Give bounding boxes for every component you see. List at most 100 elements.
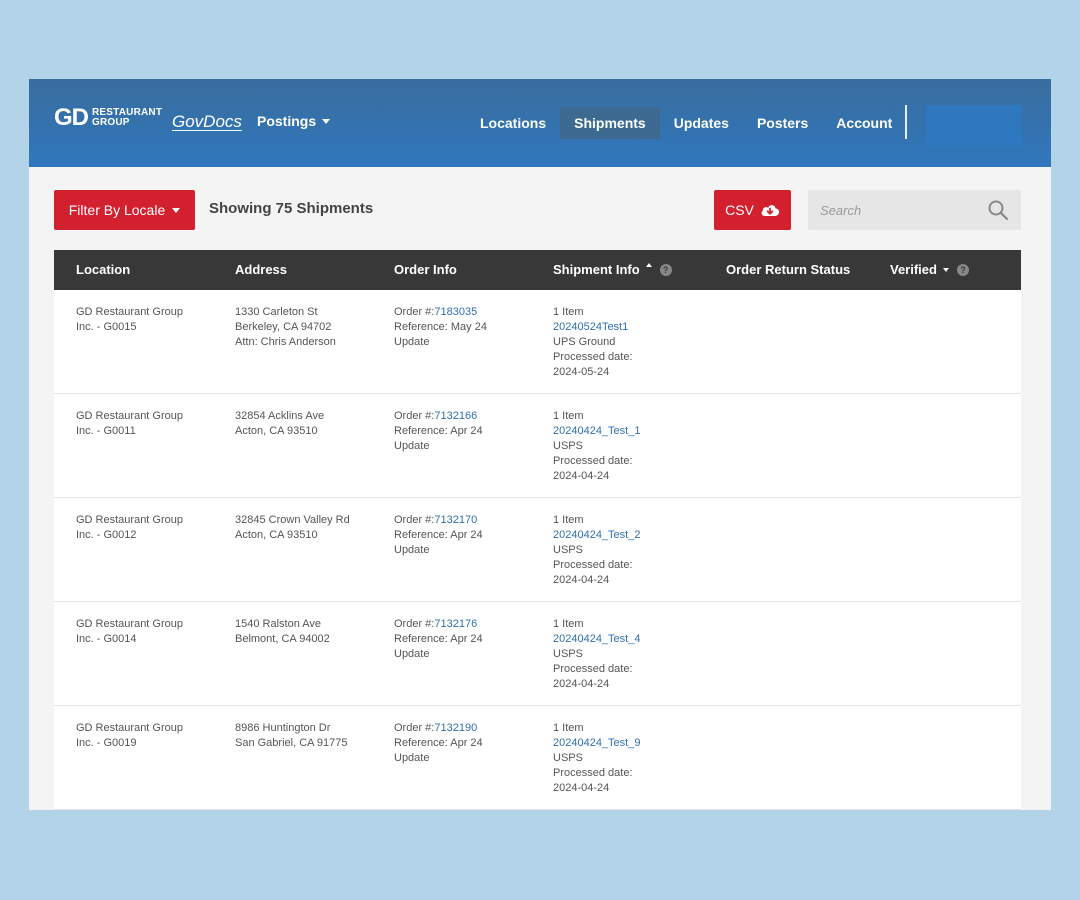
processed-date: 2024-04-24 (553, 782, 610, 794)
address-street: 32854 Acklins Ave (235, 410, 325, 422)
address-street: 8986 Huntington Dr (235, 722, 331, 734)
postings-label: Postings (257, 113, 317, 129)
order-reference-cont: Update (394, 544, 430, 556)
processed-date: 2024-04-24 (553, 574, 610, 586)
help-icon[interactable]: ? (659, 264, 672, 276)
app-window: GD RESTAURANT GROUP GovDocs Postings Loc… (29, 79, 1051, 810)
location-name: GD Restaurant Group (76, 722, 183, 734)
column-header-order-return-status[interactable]: Order Return Status (726, 250, 850, 290)
search-icon[interactable] (987, 199, 1009, 221)
carrier: USPS (553, 440, 583, 452)
location-cell: GD Restaurant Group Inc. - G0015 (76, 305, 216, 335)
filter-by-locale-label: Filter By Locale (68, 202, 166, 218)
shipment-id-link[interactable]: 20240424_Test_9 (553, 736, 703, 751)
column-header-verified[interactable]: Verified ? (890, 250, 969, 290)
order-info-cell: Order #:7132166 Reference: Apr 24 Update (394, 409, 544, 454)
address-cell: 1540 Ralston Ave Belmont, CA 94002 (235, 617, 385, 647)
column-header-location[interactable]: Location (76, 250, 130, 290)
sort-ascending-icon[interactable] (645, 263, 652, 267)
chevron-down-icon (172, 207, 181, 213)
main-nav: Locations Shipments Updates Posters Acco… (466, 107, 906, 139)
order-prefix: Order #: (394, 410, 435, 422)
csv-export-button[interactable]: CSV (714, 190, 791, 230)
order-number-link[interactable]: 7132176 (434, 618, 477, 630)
top-navbar: GD RESTAURANT GROUP GovDocs Postings Loc… (29, 79, 1051, 167)
column-label: Address (235, 262, 288, 277)
location-name: GD Restaurant Group (76, 306, 183, 318)
address-cell: 32845 Crown Valley Rd Acton, CA 93510 (235, 513, 385, 543)
item-count: 1 Item (553, 514, 584, 526)
location-cell: GD Restaurant Group Inc. - G0014 (76, 617, 216, 647)
address-street: 32845 Crown Valley Rd (235, 514, 350, 526)
shipment-id-link[interactable]: 20240424_Test_2 (553, 528, 703, 543)
order-info-cell: Order #:7132176 Reference: Apr 24 Update (394, 617, 544, 662)
address-city: Acton, CA 93510 (235, 425, 318, 437)
order-prefix: Order #: (394, 722, 435, 734)
sort-descending-icon[interactable] (942, 268, 949, 272)
cloud-download-icon (761, 205, 779, 216)
shipment-count: Showing 75 Shipments (209, 200, 374, 217)
location-code: Inc. - G0015 (76, 321, 137, 333)
order-number-line: Order #:7183035 (394, 305, 544, 320)
processed-label: Processed date: (553, 351, 633, 363)
order-reference: Reference: May 24 (394, 321, 487, 333)
shipment-id-link[interactable]: 20240524Test1 (553, 320, 703, 335)
processed-label: Processed date: (553, 663, 633, 675)
address-street: 1540 Ralston Ave (235, 618, 322, 630)
location-code: Inc. - G0019 (76, 737, 137, 749)
order-number-line: Order #:7132176 (394, 617, 544, 632)
help-icon[interactable]: ? (956, 264, 969, 276)
processed-label: Processed date: (553, 767, 633, 779)
shipment-info-cell: 1 Item 20240524Test1 UPS Ground Processe… (553, 305, 703, 380)
chevron-down-icon (322, 118, 331, 124)
search-box (808, 190, 1021, 230)
order-number-link[interactable]: 7132166 (434, 410, 477, 422)
order-reference-cont: Update (394, 440, 430, 452)
order-info-cell: Order #:7132190 Reference: Apr 24 Update (394, 721, 544, 766)
nav-item-account[interactable]: Account (822, 107, 906, 139)
nav-item-shipments[interactable]: Shipments (560, 107, 660, 139)
order-number-line: Order #:7132166 (394, 409, 544, 424)
table-row: GD Restaurant Group Inc. - G0015 1330 Ca… (54, 290, 1021, 394)
location-name: GD Restaurant Group (76, 618, 183, 630)
govdocs-brand-link[interactable]: GovDocs (172, 112, 242, 132)
order-prefix: Order #: (394, 306, 435, 318)
shipment-id-link[interactable]: 20240424_Test_4 (553, 632, 703, 647)
toolbar: Filter By Locale Showing 75 Shipments CS… (29, 167, 1051, 251)
shipments-table: Location Address Order Info Shipment Inf… (54, 250, 1021, 810)
column-header-shipment-info[interactable]: Shipment Info ? (553, 250, 672, 290)
order-number-link[interactable]: 7132170 (434, 514, 477, 526)
column-label: Location (76, 262, 131, 277)
search-input[interactable] (820, 190, 980, 230)
location-name: GD Restaurant Group (76, 410, 183, 422)
order-reference: Reference: Apr 24 (394, 737, 483, 749)
address-city: Berkeley, CA 94702 (235, 321, 332, 333)
order-reference: Reference: Apr 24 (394, 529, 483, 541)
column-header-address[interactable]: Address (235, 250, 287, 290)
address-city: Belmont, CA 94002 (235, 633, 330, 645)
nav-item-posters[interactable]: Posters (743, 107, 822, 139)
item-count: 1 Item (553, 722, 584, 734)
processed-date: 2024-04-24 (553, 470, 610, 482)
gd-restaurant-group-logo[interactable]: GD RESTAURANT GROUP (54, 106, 162, 130)
column-label: Shipment Info (553, 262, 640, 277)
location-code: Inc. - G0011 (76, 425, 136, 437)
order-info-cell: Order #:7132170 Reference: Apr 24 Update (394, 513, 544, 558)
column-header-order-info[interactable]: Order Info (394, 250, 457, 290)
user-menu-button[interactable] (926, 105, 1022, 147)
order-number-link[interactable]: 7183035 (434, 306, 477, 318)
nav-divider (905, 105, 907, 139)
shipment-id-link[interactable]: 20240424_Test_1 (553, 424, 703, 439)
order-number-link[interactable]: 7132190 (434, 722, 477, 734)
location-cell: GD Restaurant Group Inc. - G0019 (76, 721, 216, 751)
nav-item-updates[interactable]: Updates (660, 107, 743, 139)
nav-item-locations[interactable]: Locations (466, 107, 560, 139)
csv-label: CSV (725, 202, 754, 218)
processed-date: 2024-05-24 (553, 366, 610, 378)
column-label: Order Return Status (726, 262, 851, 277)
item-count: 1 Item (553, 306, 584, 318)
address-street: 1330 Carleton St (235, 306, 318, 318)
filter-by-locale-button[interactable]: Filter By Locale (54, 190, 195, 230)
postings-dropdown[interactable]: Postings (257, 113, 331, 129)
logo-text: RESTAURANT GROUP (92, 108, 162, 128)
